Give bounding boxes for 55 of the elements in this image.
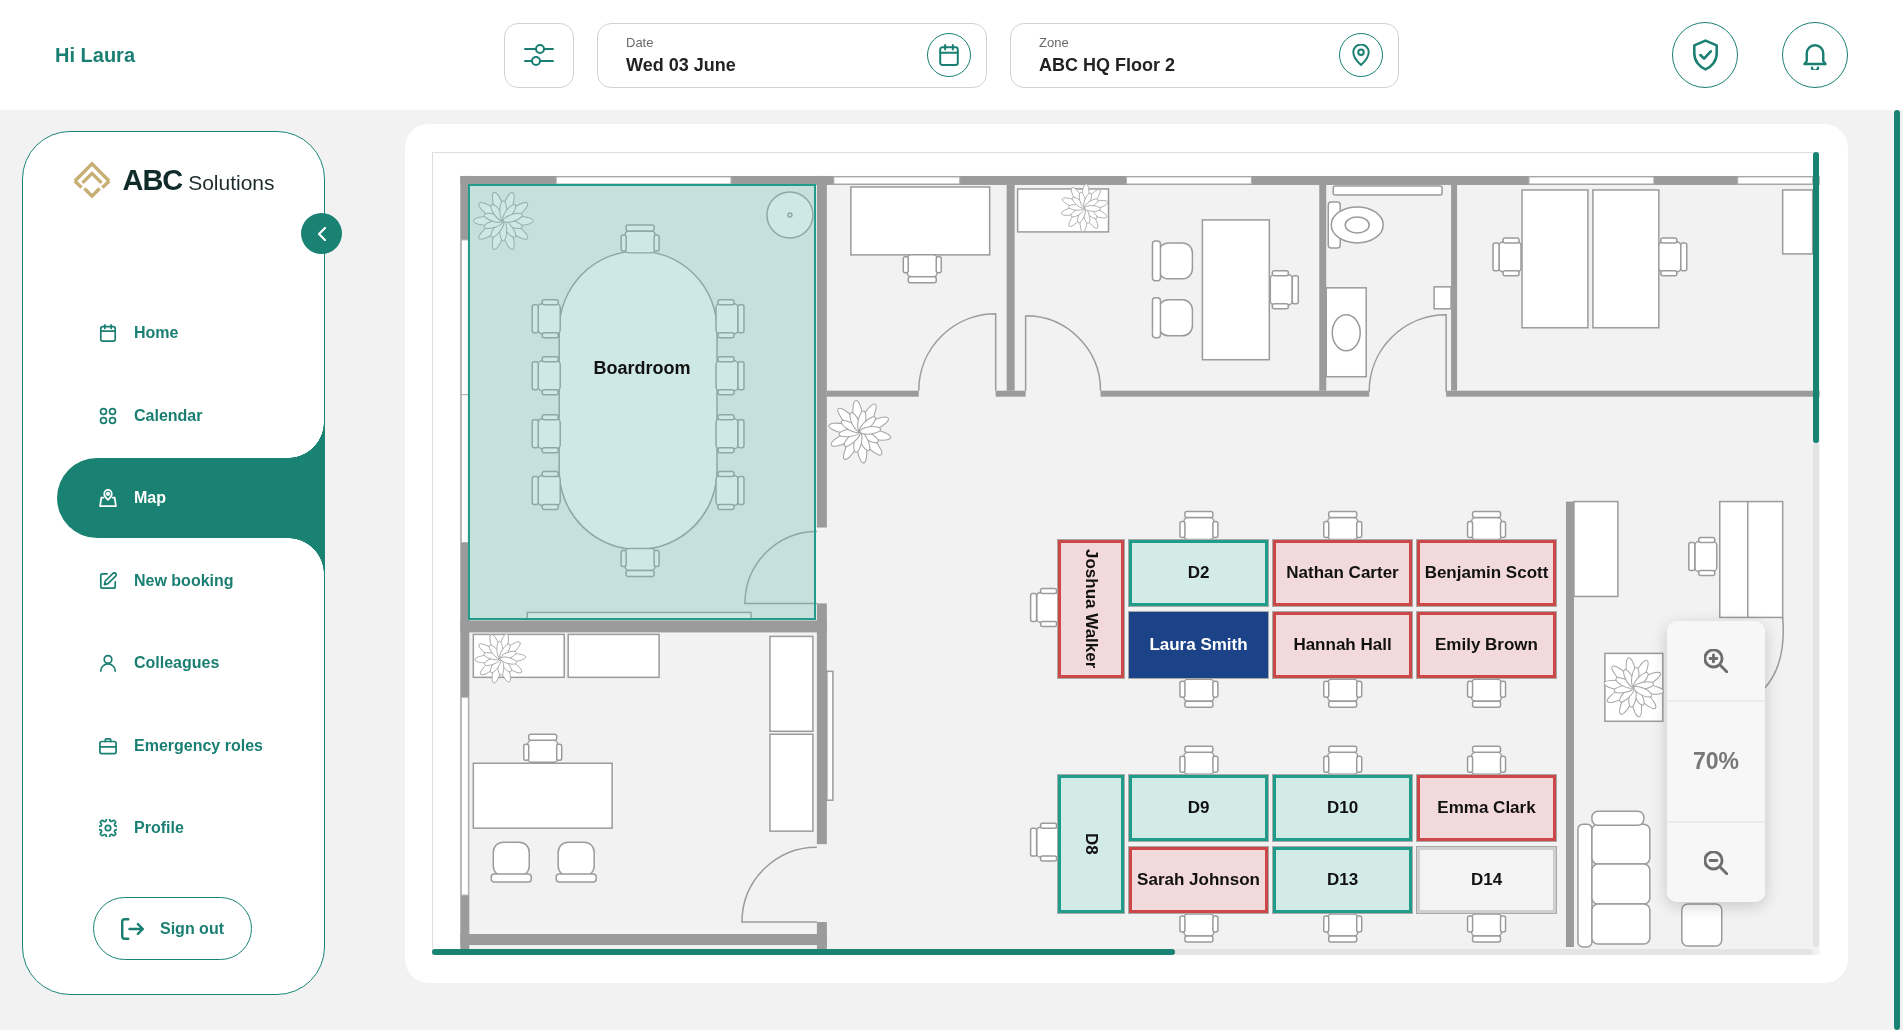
calendar-icon [939,44,959,66]
map-icon [99,489,117,507]
user-icon [99,654,117,672]
nav-item[interactable]: Home [57,293,324,373]
grid-icon [99,406,117,425]
desk[interactable]: Laura Smith [1129,612,1268,678]
vertical-scrollbar[interactable] [1813,152,1819,947]
desk[interactable]: Joshua Walker [1058,540,1124,678]
edit-icon [99,571,117,590]
zoom-out-button[interactable] [1667,823,1765,902]
field-value: Wed 03 June [626,54,736,76]
desk[interactable]: D2 [1129,540,1268,606]
calendar-icon [99,324,117,342]
desk[interactable]: D9 [1129,775,1268,841]
collapse-button[interactable] [301,213,342,254]
zoom-out-icon [1704,850,1728,875]
desk[interactable]: Hannah Hall [1273,612,1412,678]
shield-check-icon [1691,39,1719,71]
chevron-left-icon [317,226,326,241]
sign-out-button[interactable]: Sign out [93,897,252,960]
zoom-in-button[interactable] [1667,621,1765,700]
zoom-level-text: 70% [1692,748,1739,775]
room-area[interactable]: Boardroom [468,184,816,620]
field-label: Date [626,34,655,50]
desk[interactable]: Emily Brown [1417,612,1556,678]
desk[interactable]: D10 [1273,775,1412,841]
filter-button[interactable] [504,22,574,88]
nav-item[interactable]: Colleagues [57,623,324,703]
sliders-icon [524,42,554,68]
brand-name: ABC Solutions [122,163,275,197]
greeting-text: Hi Laura [55,43,136,66]
briefcase-icon [99,736,117,755]
sign-out-icon [121,917,144,940]
field-label: Zone [1039,34,1070,50]
map-pin-icon [1351,44,1371,66]
desk[interactable]: Emma Clark [1417,775,1556,841]
desk[interactable]: Benjamin Scott [1417,540,1556,606]
date-field[interactable]: Date Wed 03 June [597,22,987,88]
desk[interactable]: D13 [1273,847,1412,913]
nav-item[interactable]: Calendar [57,375,324,456]
zoom-in-icon [1704,648,1728,673]
nav-item[interactable]: Profile [57,788,324,868]
field-value: ABC HQ Floor 2 [1039,54,1175,76]
calendar-button[interactable] [927,33,971,77]
page-scrollbar[interactable] [1894,110,1900,1030]
nav-item[interactable]: New booking [57,540,324,621]
location-button[interactable] [1339,33,1383,77]
desk[interactable]: D8 [1058,775,1124,913]
zone-field[interactable]: Zone ABC HQ Floor 2 [1010,22,1399,88]
horizontal-scrollbar[interactable] [432,949,1813,955]
nav-item[interactable]: Emergency roles [57,705,324,786]
desk[interactable]: Sarah Johnson [1129,847,1268,913]
settings-icon [99,819,117,837]
desk[interactable]: Nathan Carter [1273,540,1412,606]
logo-icon [72,161,113,199]
